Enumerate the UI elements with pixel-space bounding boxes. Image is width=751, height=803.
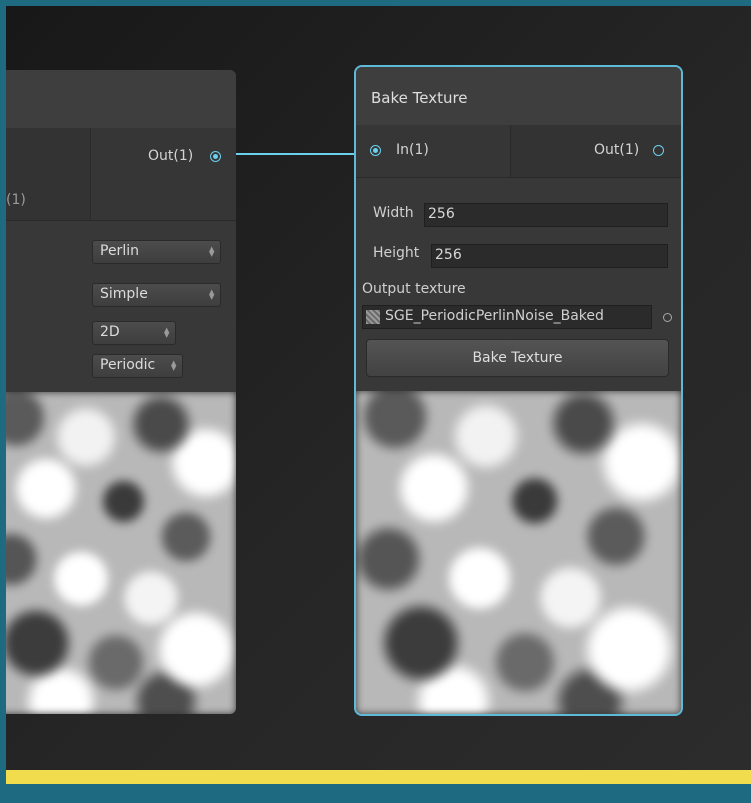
noise-node-in-port-label: (1): [6, 192, 26, 208]
output-texture-value: SGE_PeriodicPerlinNoise_Baked: [385, 308, 604, 324]
dimension-value: 2D: [100, 324, 120, 340]
dropdown-arrows-icon: ▲ ▼: [209, 288, 215, 301]
tiling-dropdown[interactable]: Periodic ▲ ▼: [92, 354, 183, 378]
noise-node-output-cell: Out(1): [91, 128, 236, 220]
bake-texture-button[interactable]: Bake Texture: [366, 339, 669, 377]
noise-node-ports: (1) Out(1): [6, 128, 236, 220]
noise-node-divider: [6, 220, 236, 221]
height-field[interactable]: 256: [431, 244, 668, 268]
node-title: Bake Texture: [371, 89, 468, 107]
dropdown-arrows-icon: ▲ ▼: [164, 326, 170, 339]
noise-node-header[interactable]: [6, 70, 236, 129]
status-bar: [6, 770, 751, 784]
bake-texture-in-port[interactable]: [370, 145, 381, 156]
output-texture-field[interactable]: SGE_PeriodicPerlinNoise_Baked: [362, 305, 652, 329]
texture-icon: [366, 310, 380, 324]
noise-node-out-port-label: Out(1): [148, 148, 194, 164]
width-field[interactable]: 256: [424, 203, 668, 227]
tiling-value: Periodic: [100, 357, 156, 373]
bake-texture-node-header[interactable]: Bake Texture: [356, 67, 681, 126]
noise-type-dropdown[interactable]: Perlin ▲ ▼: [92, 240, 221, 264]
noise-type-value: Perlin: [100, 243, 139, 259]
bake-texture-ports: In(1) Out(1): [356, 125, 681, 177]
noise-preview: [6, 392, 236, 714]
fractal-type-dropdown[interactable]: Simple ▲ ▼: [92, 283, 221, 307]
dropdown-arrows-icon: ▲ ▼: [171, 359, 177, 372]
height-label: Height: [373, 245, 420, 261]
window-frame-bottom: [0, 784, 751, 803]
dimension-dropdown[interactable]: 2D ▲ ▼: [92, 321, 176, 345]
bake-texture-out-port[interactable]: [653, 145, 664, 156]
width-label: Width: [373, 205, 414, 221]
noise-node-out-port[interactable]: [210, 151, 221, 162]
graph-canvas[interactable]: (1) Out(1) Perlin ▲ ▼ Simple ▲ ▼ 2D ▲ ▼ Per…: [6, 6, 751, 770]
output-texture-label: Output texture: [362, 281, 466, 297]
bake-texture-button-label: Bake Texture: [472, 350, 563, 366]
dropdown-arrows-icon: ▲ ▼: [209, 245, 215, 258]
noise-node[interactable]: (1) Out(1) Perlin ▲ ▼ Simple ▲ ▼ 2D ▲ ▼ Per…: [6, 70, 236, 714]
width-value: 256: [428, 206, 455, 222]
height-value: 256: [435, 247, 462, 263]
bake-texture-input-cell: In(1): [356, 125, 511, 177]
bake-texture-output-cell: Out(1): [511, 125, 681, 177]
baked-texture-preview: [356, 391, 681, 714]
out-port-label: Out(1): [594, 142, 640, 158]
bake-texture-divider: [356, 177, 681, 178]
bake-texture-node[interactable]: Bake Texture In(1) Out(1) Width 256 Heig…: [354, 65, 683, 716]
in-port-label: In(1): [396, 142, 429, 158]
object-picker-icon[interactable]: [663, 313, 672, 322]
noise-node-input-cell: (1): [6, 128, 91, 220]
fractal-type-value: Simple: [100, 286, 148, 302]
